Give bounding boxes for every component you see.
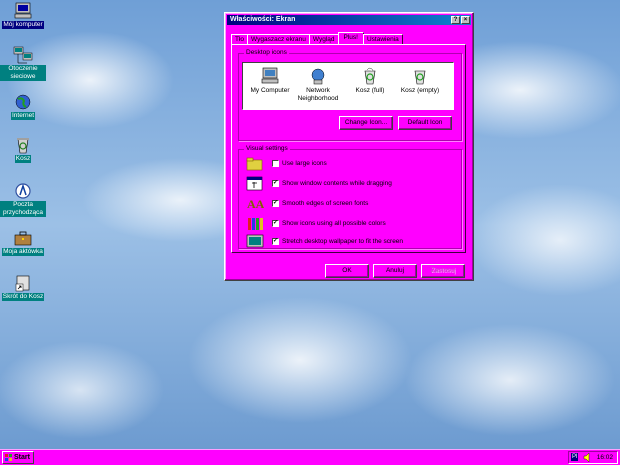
dialog-title-bar[interactable]: Właściwości: Ekran ? × [227, 15, 471, 25]
cancel-button[interactable]: Anuluj [373, 264, 417, 278]
colors-icon [246, 216, 264, 231]
desktop-icon-label: Moja aktówka [2, 248, 44, 256]
group-legend: Desktop icons [244, 49, 289, 56]
close-button[interactable]: × [461, 16, 470, 24]
group-legend: Visual settings [244, 145, 290, 152]
desktop: Mój komputer Otoczenie sieciowe Internet… [0, 0, 620, 449]
option-all-colors[interactable]: ✓ Show icons using all possible colors [246, 216, 456, 232]
option-label: Stretch desktop wallpaper to fit the scr… [282, 238, 404, 245]
dialog-title: Właściwości: Ekran [230, 16, 296, 23]
start-label: Start [14, 454, 30, 461]
briefcase-icon [13, 229, 33, 247]
system-tray: Pl 16:02 [568, 451, 618, 464]
list-item-network[interactable]: Network Neighborhood [293, 67, 343, 103]
option-window-drag[interactable]: ✓ Show window contents while dragging [246, 176, 456, 192]
desktop-icons-group: Desktop icons My Computer Network Neighb… [238, 49, 462, 141]
help-button[interactable]: ? [451, 16, 460, 24]
list-item-recycle-full[interactable]: Kosz (full) [345, 67, 395, 95]
desktop-icon-label: Internet [10, 112, 36, 120]
internet-icon [13, 93, 33, 111]
option-large-icons[interactable]: Use large icons [246, 156, 456, 172]
windows-logo-icon [5, 454, 12, 461]
desktop-icon-inbox[interactable]: Poczta przychodząca [0, 182, 46, 217]
recycle-full-icon [360, 67, 380, 85]
list-item-label: My Computer [250, 87, 290, 94]
desktop-icon-label: Poczta przychodząca [0, 201, 46, 217]
window-drag-checkbox[interactable]: ✓ [272, 180, 279, 187]
speaker-icon[interactable] [583, 452, 591, 463]
my-computer-icon [260, 67, 280, 85]
folder-icon [246, 156, 264, 171]
desktop-icon-briefcase[interactable]: Moja aktówka [0, 229, 46, 256]
smooth-fonts-checkbox[interactable]: ✓ [272, 200, 279, 207]
desktop-icon-label: Mój komputer [2, 21, 44, 29]
font-smooth-icon: AA [246, 196, 265, 211]
change-icon-button[interactable]: Change Icon... [339, 116, 393, 130]
clock[interactable]: 16:02 [597, 454, 613, 461]
desktop-icon-my-computer[interactable]: Mój komputer [0, 2, 46, 29]
taskbar: Start Pl 16:02 [0, 449, 620, 465]
inbox-icon [13, 182, 33, 200]
option-stretch-wallpaper[interactable]: ✓ Stretch desktop wallpaper to fit the s… [246, 234, 456, 250]
recycle-empty-icon [410, 67, 430, 85]
list-item-my-computer[interactable]: My Computer [245, 67, 295, 95]
language-indicator[interactable]: Pl [571, 453, 579, 461]
stretch-wallpaper-checkbox[interactable]: ✓ [272, 238, 279, 245]
option-label: Smooth edges of screen fonts [282, 200, 369, 207]
list-item-label: Kosz (empty) [400, 87, 440, 94]
desktop-icon-internet[interactable]: Internet [0, 93, 46, 120]
list-item-label: Kosz (full) [355, 87, 385, 94]
option-label: Show icons using all possible colors [282, 220, 386, 227]
shortcut-recycle-icon [13, 274, 33, 292]
large-icons-checkbox[interactable] [272, 160, 279, 167]
recycle-bin-icon [13, 136, 33, 154]
display-properties-dialog: Właściwości: Ekran ? × Tło Wygaszacz ekra… [224, 12, 474, 281]
window-drag-icon [246, 176, 264, 191]
wallpaper-icon [246, 234, 264, 249]
desktop-icon-label: Kosz [14, 155, 32, 163]
desktop-icon-recycle-bin[interactable]: Kosz [0, 136, 46, 163]
my-computer-icon [13, 2, 33, 20]
ok-button[interactable]: OK [325, 264, 369, 278]
default-icon-button[interactable]: Default Icon [398, 116, 452, 130]
desktop-icon-label: Skrót do Kosz [1, 293, 45, 301]
desktop-icons-list[interactable]: My Computer Network Neighborhood Kosz (f… [242, 62, 454, 110]
desktop-icon-network[interactable]: Otoczenie sieciowe [0, 46, 46, 81]
network-neighborhood-icon [308, 67, 328, 85]
option-label: Show window contents while dragging [282, 180, 392, 187]
option-label: Use large icons [282, 160, 327, 167]
desktop-icon-shortcut-recycle[interactable]: Skrót do Kosz [0, 274, 46, 301]
start-button[interactable]: Start [2, 451, 34, 464]
visual-settings-group: Visual settings Use large icons ✓ Show w… [238, 145, 462, 250]
option-smooth-fonts[interactable]: AA ✓ Smooth edges of screen fonts [246, 196, 456, 212]
plus-tab-panel: Desktop icons My Computer Network Neighb… [231, 44, 466, 253]
svg-text:AA: AA [247, 197, 264, 211]
apply-button[interactable]: Zastosuj [421, 264, 465, 278]
network-neighborhood-icon [13, 46, 33, 64]
all-colors-checkbox[interactable]: ✓ [272, 220, 279, 227]
list-item-label: Network Neighborhood [297, 87, 339, 102]
desktop-icon-label: Otoczenie sieciowe [0, 65, 46, 81]
list-item-recycle-empty[interactable]: Kosz (empty) [395, 67, 445, 95]
tab-strip: Tło Wygaszacz ekranu Wygląd Plus! Ustawienia [231, 32, 403, 45]
